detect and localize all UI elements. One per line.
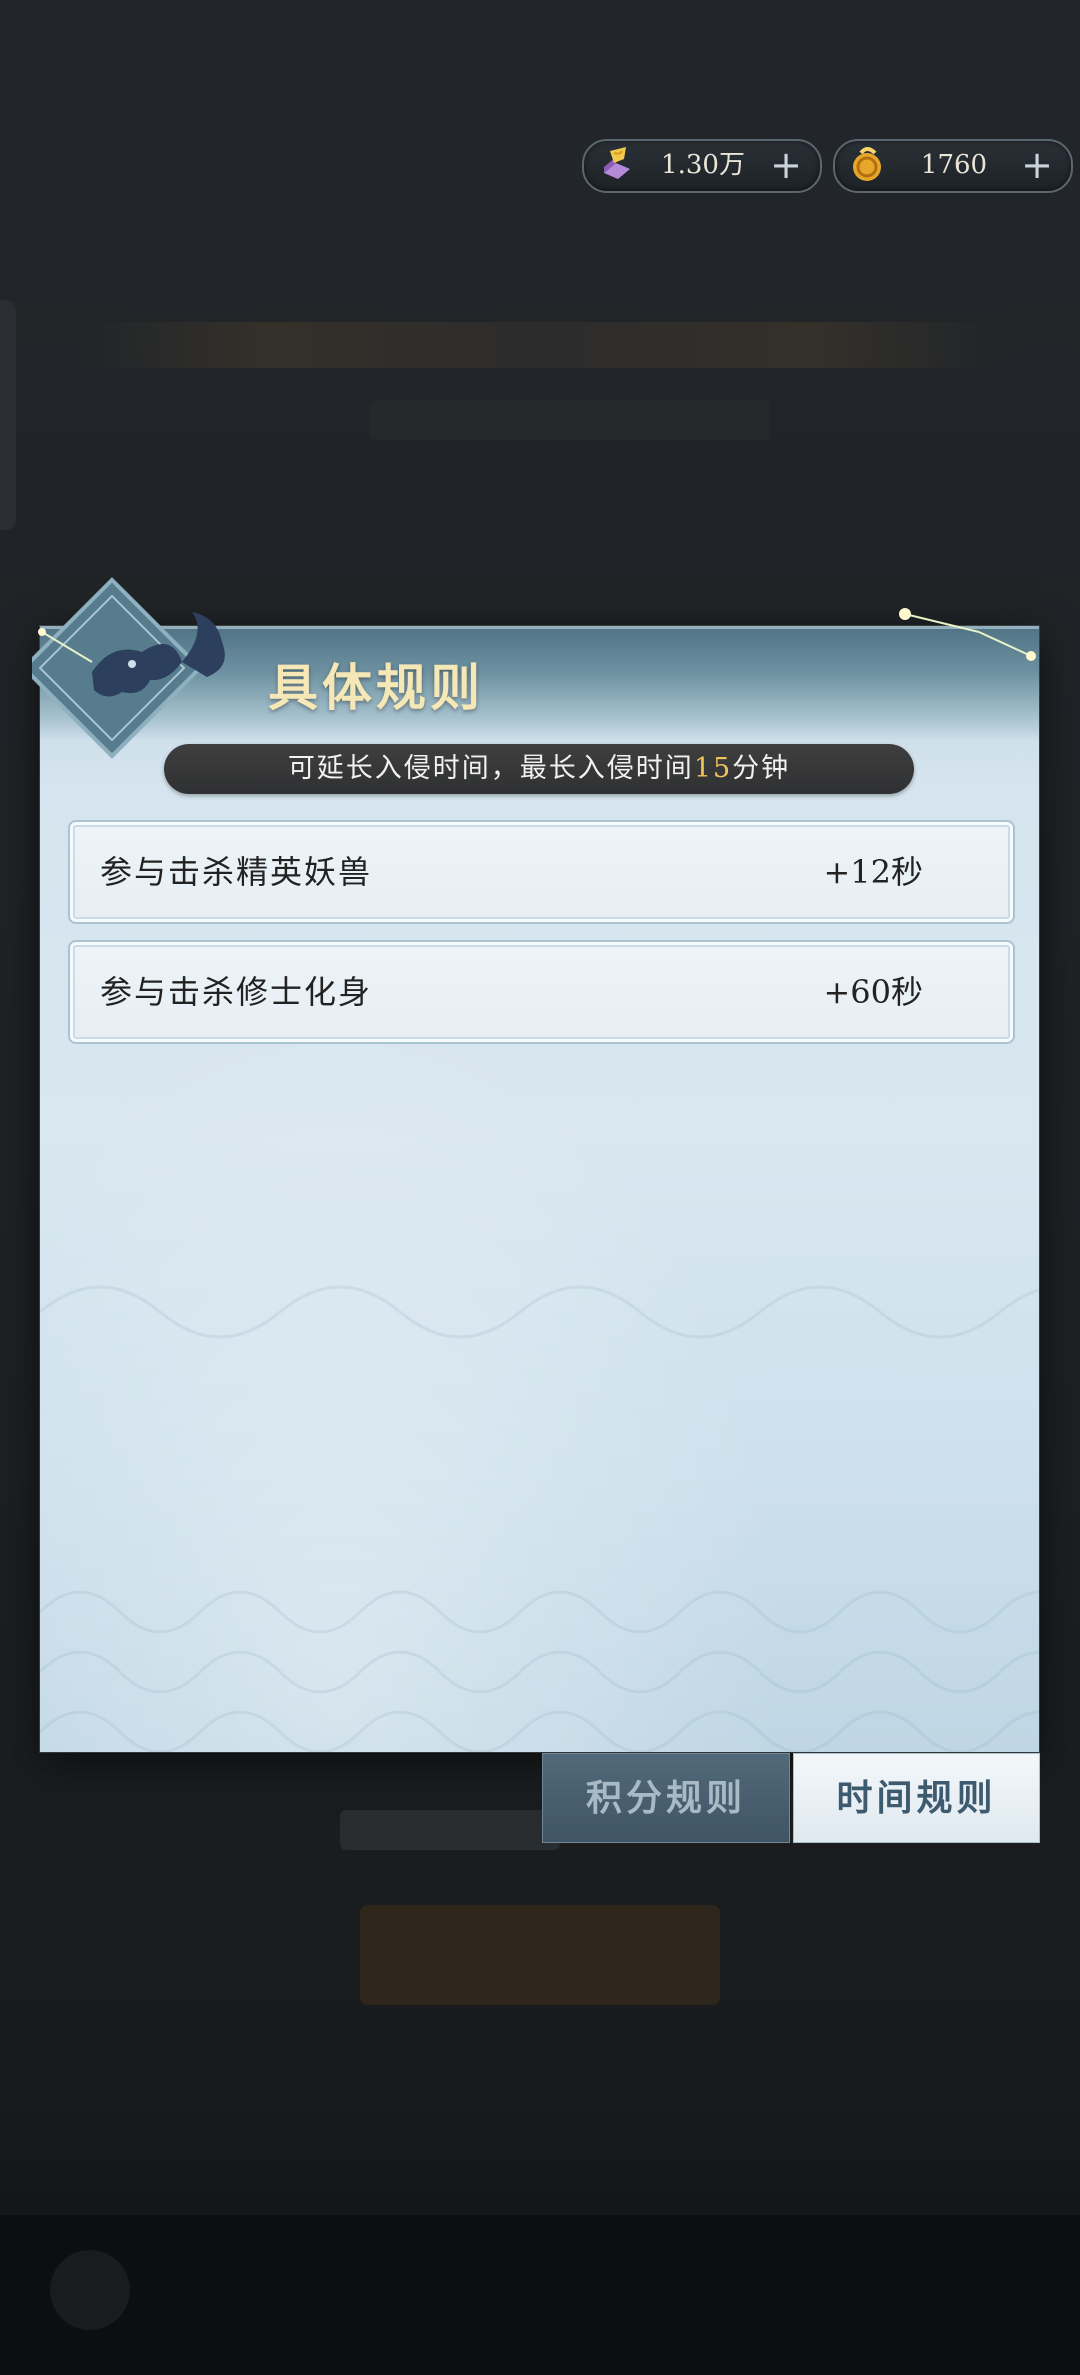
max-time-banner: 可延长入侵时间，最长入侵时间15分钟 (164, 744, 914, 794)
rule-time-bonus: +12秒 (823, 853, 923, 891)
background-status-text (340, 1810, 560, 1850)
cloud-pattern-decoration (40, 1285, 1039, 1752)
add-scroll-token-button[interactable]: + (766, 145, 806, 185)
constellation-decoration (899, 608, 1036, 661)
background-banner (80, 322, 1000, 368)
tab-time-rules[interactable]: 时间规则 (793, 1753, 1040, 1843)
banner-text: 可延长入侵时间，最长入侵时间 (287, 753, 694, 784)
list-item: 参与击杀精英妖兽 +12秒 (68, 820, 1015, 924)
rule-label: 参与击杀精英妖兽 (100, 853, 373, 891)
rules-panel: 具体规则 可延长入侵时间，最长入侵时间15分钟 参与击杀精英妖兽 +12秒 参与… (32, 577, 1039, 1752)
background-action-button (360, 1905, 720, 2005)
currency-scroll-token: 1.30万 + (582, 139, 822, 193)
rule-label: 参与击杀修士化身 (100, 973, 373, 1011)
add-gold-button[interactable]: + (1017, 145, 1057, 185)
currency-value: 1.30万 (661, 150, 745, 180)
max-minutes-value: 15 (693, 753, 733, 784)
tab-score-rules[interactable]: 积分规则 (542, 1753, 790, 1843)
list-item: 参与击杀修士化身 +60秒 (68, 940, 1015, 1044)
currency-value: 1760 (920, 150, 988, 180)
fox-emblem-icon (32, 577, 225, 759)
background-text-block (370, 400, 770, 440)
scroll-token-icon (604, 147, 630, 179)
bottom-nav-bar (0, 2215, 1080, 2375)
rule-time-bonus: +60秒 (823, 973, 923, 1011)
banner-unit: 分钟 (732, 753, 791, 784)
gold-gourd-icon (853, 147, 881, 181)
currency-gold: 1760 + (833, 139, 1073, 193)
side-drawer-handle (0, 300, 16, 530)
back-icon (50, 2250, 130, 2330)
panel-title: 具体规则 (268, 658, 484, 717)
